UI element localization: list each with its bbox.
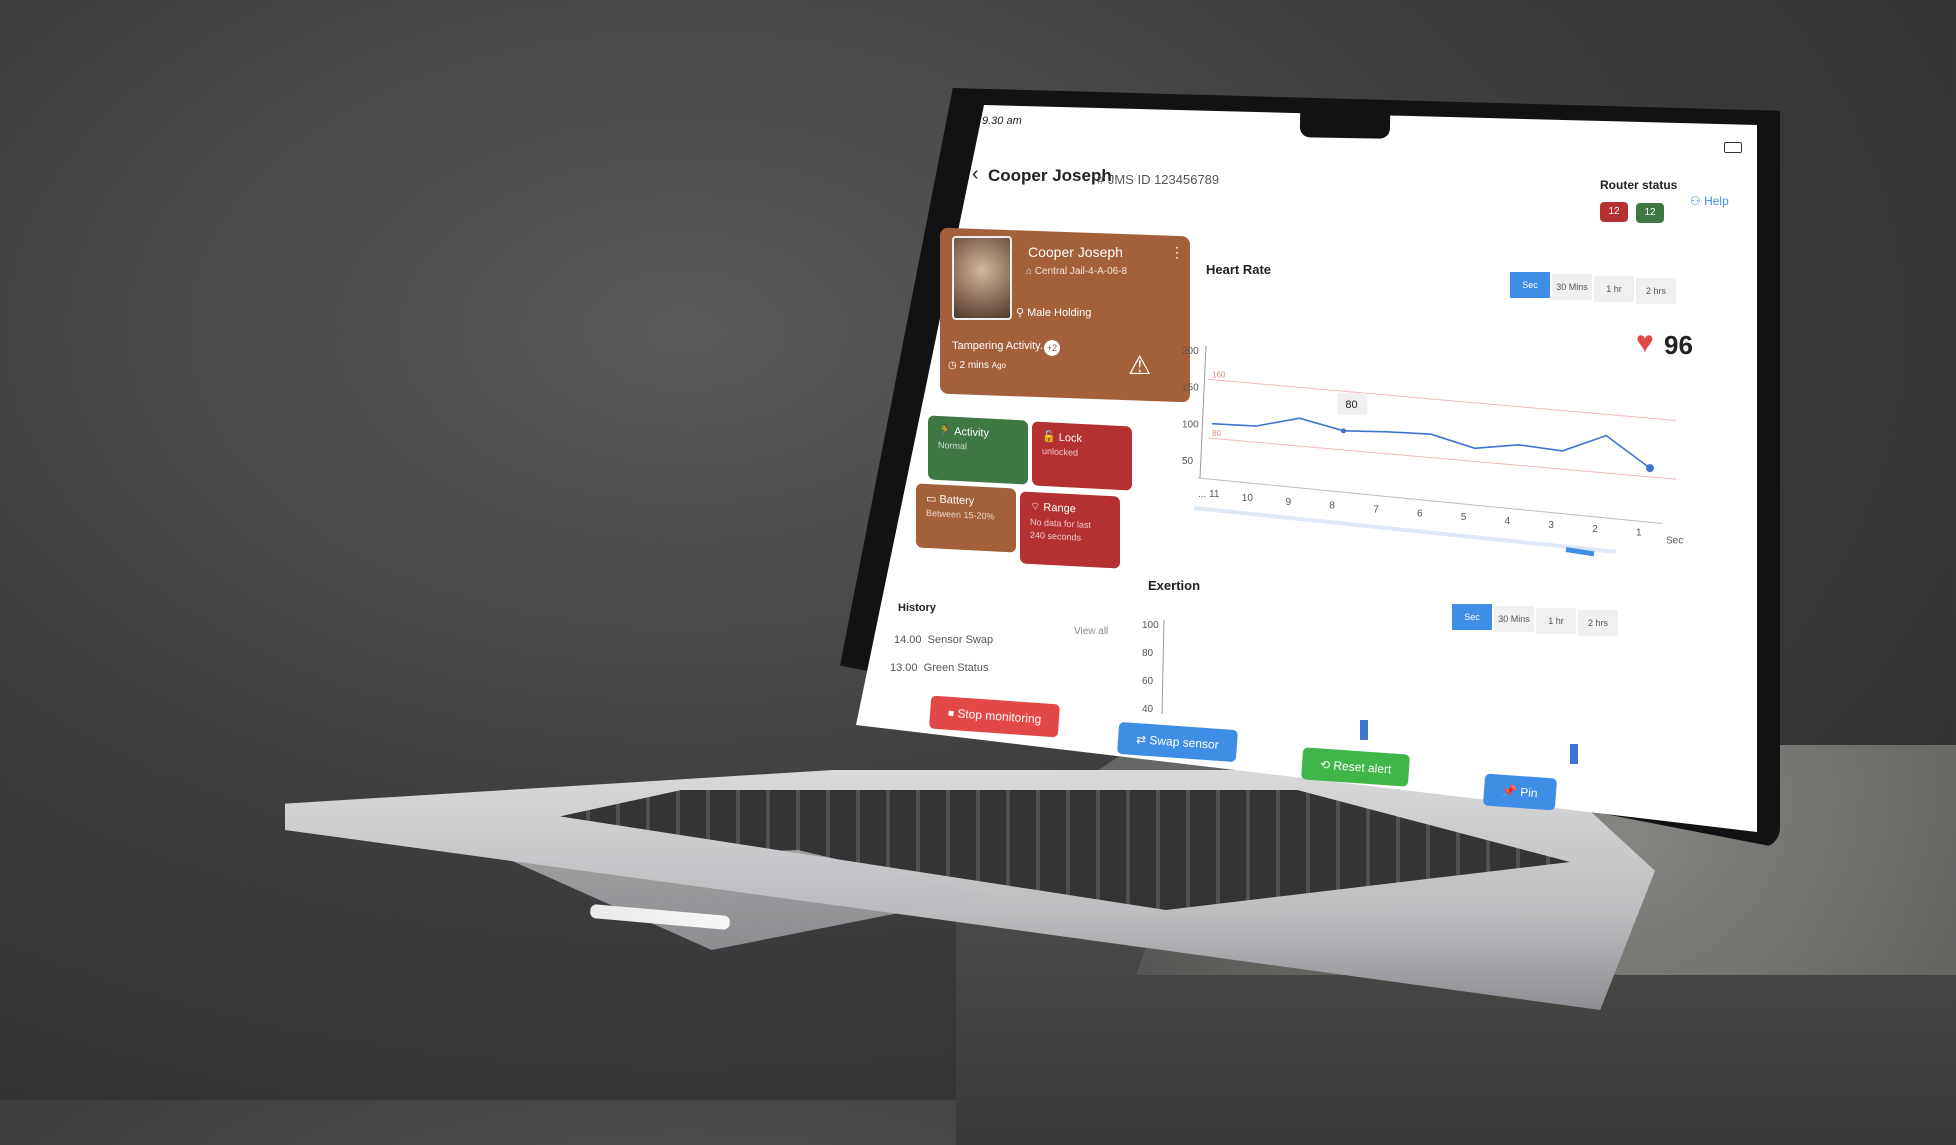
hr-y-tick: 50 xyxy=(1182,456,1194,467)
hr-threshold-line xyxy=(1207,378,1677,422)
ex-y-tick: 60 xyxy=(1142,676,1154,687)
ex-y-tick: 40 xyxy=(1142,704,1154,715)
hr-x-tick: 7 xyxy=(1373,505,1379,516)
ex-bar xyxy=(1360,720,1368,740)
stop-monitoring-label: Stop monitoring xyxy=(956,706,1042,727)
ex-y-axis xyxy=(1161,619,1165,715)
hr-data-point xyxy=(1646,464,1654,473)
hr-x-tick: 3 xyxy=(1548,520,1554,531)
ex-y-tick: 100 xyxy=(1142,620,1159,631)
hr-y-tick: 200 xyxy=(1182,346,1199,357)
hr-x-tick: 9 xyxy=(1286,497,1292,508)
hr-x-tick: 4 xyxy=(1505,516,1511,527)
hr-y-tick: 150 xyxy=(1182,383,1199,394)
ex-bar xyxy=(1570,744,1578,764)
pin-icon: 📌 xyxy=(1501,783,1521,800)
hr-x-tick: 8 xyxy=(1329,501,1335,512)
hr-series-line xyxy=(1211,417,1651,469)
hr-threshold-label: 160 xyxy=(1212,370,1226,379)
pin-button[interactable]: 📌 Pin xyxy=(1482,773,1557,811)
hr-threshold-label: 80 xyxy=(1212,429,1221,438)
hr-x-tick: 6 xyxy=(1417,508,1423,519)
charts-layer: 200 150 100 50 160 80 80 ... 11 10 9 8 7 6 5 4 3 2 1 Sec 1… xyxy=(1142,345,1683,764)
reset-alert-label: Reset alert xyxy=(1332,758,1392,777)
heart-rate-chart: 200 150 100 50 160 80 80 ... 11 10 9 8 7 6 5 4 3 2 1 Sec xyxy=(1182,345,1683,557)
pin-label: Pin xyxy=(1519,785,1539,801)
hr-data-point xyxy=(1340,428,1346,434)
ex-y-tick: 80 xyxy=(1142,648,1154,659)
hr-x-tick: 2 xyxy=(1592,524,1598,535)
hr-y-tick: 100 xyxy=(1182,419,1199,430)
hr-x-tick: 10 xyxy=(1242,493,1254,504)
hr-y-axis xyxy=(1199,345,1207,479)
hr-x-label: Sec xyxy=(1666,535,1683,546)
swap-sensor-label: Swap sensor xyxy=(1148,733,1220,752)
hr-threshold-line xyxy=(1207,437,1677,480)
hr-x-tick: 5 xyxy=(1461,512,1467,523)
hr-x-tick: 1 xyxy=(1636,528,1642,539)
hr-tooltip-value: 80 xyxy=(1345,399,1357,411)
hr-x-tick: ... 11 xyxy=(1198,489,1220,500)
